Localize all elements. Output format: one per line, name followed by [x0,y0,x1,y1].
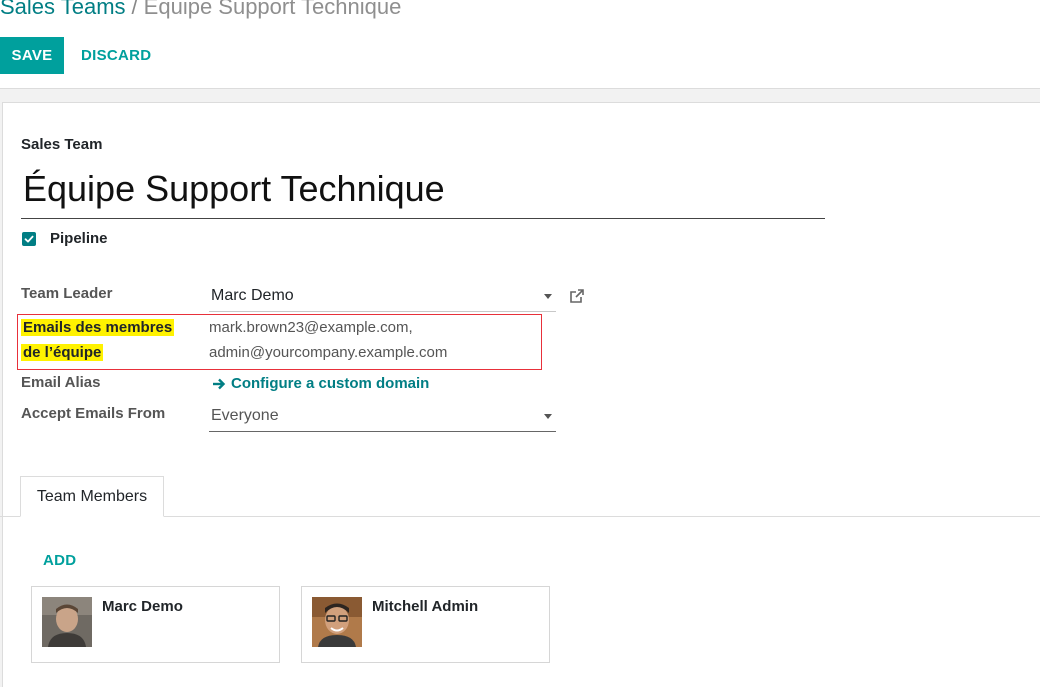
breadcrumb-current: Equipe Support Technique [143,0,402,19]
emails-label-line2: de l’équipe [21,344,104,361]
checkmark-icon [24,235,34,243]
team-leader-value: Marc Demo [211,287,294,304]
emails-label-line1: Emails des membres [21,319,175,336]
accept-emails-select[interactable]: Everyone [209,402,556,432]
accept-emails-label: Accept Emails From [21,405,166,422]
emails-value-line2: admin@yourcompany.example.com [209,344,448,361]
team-leader-label: Team Leader [21,285,113,302]
member-card[interactable]: Mitchell Admin [301,586,550,663]
breadcrumb-separator: / [131,0,138,19]
team-leader-select[interactable]: Marc Demo [209,282,556,312]
member-name: Marc Demo [102,598,183,615]
breadcrumb-link-sales-teams[interactable]: Sales Teams [0,0,126,19]
emails-value-line1: mark.brown23@example.com, [209,319,413,336]
accept-emails-value: Everyone [211,407,279,424]
email-alias-label: Email Alias [21,374,101,391]
name-field-caption: Sales Team [21,136,103,153]
emails-label-text-2: de l’équipe [21,344,104,361]
arrow-right-icon [213,378,226,389]
external-link-icon[interactable] [568,287,586,305]
emails-label-text-1: Emails des membres [21,319,175,336]
pipeline-checkbox[interactable] [22,232,36,246]
save-button[interactable]: SAVE [0,37,64,74]
control-panel: Sales Teams / Equipe Support Technique SAV… [0,0,1040,88]
chevron-down-icon [544,414,552,419]
avatar [312,597,362,647]
discard-button[interactable]: DISCARD [75,37,157,74]
pipeline-label: Pipeline [50,230,108,247]
configure-domain-text: Configure a custom domain [231,375,430,392]
chevron-down-icon [544,294,552,299]
member-name: Mitchell Admin [372,598,479,615]
member-card[interactable]: Marc Demo [31,586,280,663]
tab-team-members[interactable]: Team Members [20,476,164,517]
configure-domain-link[interactable]: Configure a custom domain [212,375,429,392]
team-name-input[interactable]: Équipe Support Technique [21,163,825,219]
breadcrumb: Sales Teams / Equipe Support Technique [0,0,401,20]
add-member-button[interactable]: ADD [43,552,76,569]
avatar [42,597,92,647]
